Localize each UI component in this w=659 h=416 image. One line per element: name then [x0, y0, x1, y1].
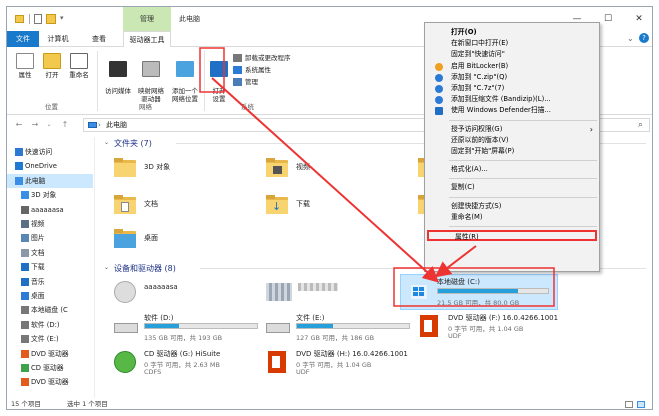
- annotation-box: [393, 267, 555, 307]
- annotation-arrow: [434, 245, 477, 278]
- annotation-arrows: [199, 47, 555, 307]
- annotation-arrow: [211, 77, 439, 283]
